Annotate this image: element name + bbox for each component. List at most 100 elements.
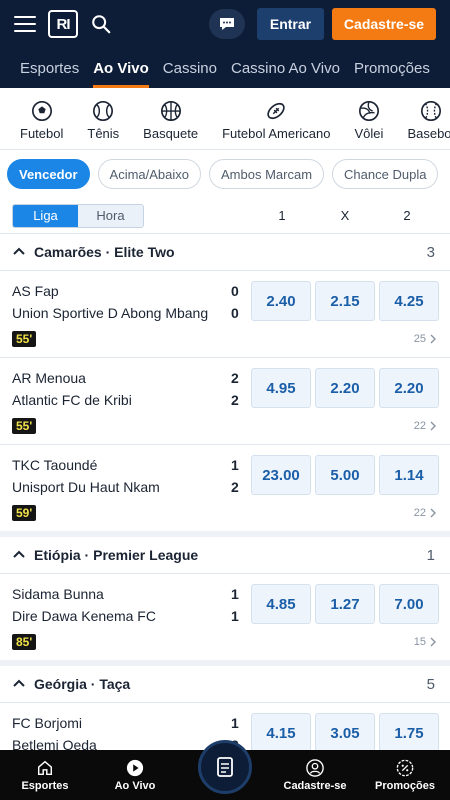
odd-away[interactable]: 4.25 (379, 281, 439, 321)
sport-label: Basquete (143, 126, 199, 141)
sports-carousel: Futebol Tênis Basquete Futebol Americano… (0, 92, 450, 150)
bottom-nav-ao-vivo[interactable]: Ao Vivo (90, 759, 180, 792)
betslip-icon (217, 757, 233, 777)
odd-home[interactable]: 23.00 (251, 455, 311, 495)
filter-ambos-marcam[interactable]: Ambos Marcam (209, 159, 325, 189)
home-score: 1 (231, 715, 239, 731)
tab-cassino-ao-vivo[interactable]: Cassino Ao Vivo (231, 48, 340, 88)
search-icon[interactable] (90, 13, 112, 35)
odd-draw[interactable]: 1.27 (315, 584, 375, 624)
sport-label: Vôlei (354, 126, 384, 141)
brand-logo[interactable]: RI (48, 10, 78, 38)
more-markets[interactable]: 22 (414, 507, 436, 519)
sport-label: Futebol Americano (222, 126, 331, 141)
odd-away[interactable]: 2.20 (379, 368, 439, 408)
match-clock: 55' (12, 418, 37, 434)
sport-tenis[interactable]: Tênis (87, 100, 119, 141)
odd-home[interactable]: 4.85 (251, 584, 311, 624)
home-team: TKC Taoundé (12, 457, 98, 473)
odd-home[interactable]: 4.15 (251, 713, 311, 753)
tab-promocoes[interactable]: Promoções (354, 48, 430, 88)
filter-chance-dupla[interactable]: Chance Dupla (332, 159, 439, 189)
league-header[interactable]: Camarões · Elite Two 3 (0, 234, 450, 270)
match-clock: 85' (12, 634, 37, 650)
home-team: AR Menoua (12, 370, 86, 386)
home-score: 0 (231, 283, 239, 299)
more-markets[interactable]: 25 (414, 333, 436, 345)
away-score: 0 (231, 305, 239, 321)
chat-icon (220, 18, 234, 30)
betslip-button[interactable] (198, 740, 252, 794)
odd-away[interactable]: 1.75 (379, 713, 439, 753)
chevron-right-icon (430, 421, 436, 431)
toggle-hora[interactable]: Hora (78, 204, 143, 227)
bottom-nav-label: Ao Vivo (114, 779, 156, 792)
american-football-icon (267, 102, 285, 120)
odd-home[interactable]: 2.40 (251, 281, 311, 321)
away-score: 2 (231, 392, 239, 408)
bottom-nav-esportes[interactable]: Esportes (0, 759, 90, 792)
odd-draw[interactable]: 2.20 (315, 368, 375, 408)
league-name: Geórgia · Taça (34, 676, 131, 692)
sport-basquete[interactable]: Basquete (143, 100, 198, 141)
home-score: 2 (231, 370, 239, 386)
odd-draw[interactable]: 5.00 (315, 455, 375, 495)
bottom-nav-cadastre[interactable]: Cadastre-se (270, 758, 360, 792)
chevron-up-icon (13, 247, 25, 255)
tab-esportes[interactable]: Esportes (20, 48, 79, 88)
top-bar: RI Entrar Cadastre-se (0, 0, 450, 48)
home-score: 1 (231, 586, 239, 602)
soccer-ball-icon (31, 101, 52, 121)
sport-basebol[interactable]: Basebol (407, 100, 450, 141)
league-name: Camarões · Elite Two (34, 244, 175, 260)
chevron-up-icon (13, 550, 25, 558)
match-row[interactable]: AR Menoua Atlantic FC de Kribi 2 2 4.95 … (0, 357, 450, 444)
chat-button[interactable] (209, 9, 245, 39)
league-header[interactable]: Etiópia · Premier League 1 (0, 531, 450, 573)
sport-futebol-americano[interactable]: Futebol Americano (222, 100, 331, 141)
filter-acima-abaixo[interactable]: Acima/Abaixo (97, 159, 202, 189)
tab-ao-vivo[interactable]: Ao Vivo (93, 48, 149, 88)
match-row[interactable]: Sidama Bunna Dire Dawa Kenema FC 1 1 4.8… (0, 573, 450, 660)
match-row[interactable]: TKC Taoundé Unisport Du Haut Nkam 1 2 23… (0, 444, 450, 531)
away-score: 1 (231, 608, 239, 624)
bottom-nav-label: Cadastre-se (283, 779, 347, 792)
league-count: 5 (426, 675, 435, 693)
odd-home[interactable]: 4.95 (251, 368, 311, 408)
view-toggle: Liga Hora (12, 203, 144, 228)
sport-label: Basebol (407, 126, 450, 141)
match-row[interactable]: AS Fap Union Sportive D Abong Mbang 0 0 … (0, 270, 450, 357)
home-team: AS Fap (12, 283, 59, 299)
home-icon (37, 760, 53, 775)
tab-cassino[interactable]: Cassino (163, 48, 217, 88)
signup-button[interactable]: Cadastre-se (332, 8, 436, 40)
away-team: Dire Dawa Kenema FC (12, 608, 156, 624)
toggle-liga[interactable]: Liga (13, 204, 78, 227)
menu-icon[interactable] (14, 16, 36, 32)
sport-label: Tênis (87, 126, 120, 141)
sport-volei[interactable]: Vôlei (354, 100, 384, 141)
odd-draw[interactable]: 3.05 (315, 713, 375, 753)
odd-draw[interactable]: 2.15 (315, 281, 375, 321)
login-button[interactable]: Entrar (257, 8, 324, 40)
markets-count: 25 (413, 333, 426, 345)
bottom-nav-label: Esportes (21, 779, 69, 792)
more-markets[interactable]: 22 (414, 420, 436, 432)
market-filters: Vencedor Acima/Abaixo Ambos Marcam Chanc… (0, 150, 450, 198)
sport-futebol[interactable]: Futebol (20, 100, 63, 141)
odd-away[interactable]: 7.00 (379, 584, 439, 624)
live-play-icon (126, 759, 144, 776)
home-team: Sidama Bunna (12, 586, 104, 602)
league-header[interactable]: Geórgia · Taça 5 (0, 660, 450, 702)
markets-count: 22 (413, 420, 426, 432)
away-team: Union Sportive D Abong Mbang (12, 305, 209, 321)
basketball-icon (160, 101, 181, 121)
more-markets[interactable]: 15 (414, 636, 436, 648)
odds-column-header: Liga Hora 1 X 2 (0, 198, 450, 234)
odd-away[interactable]: 1.14 (379, 455, 439, 495)
filter-vencedor[interactable]: Vencedor (7, 159, 90, 189)
volleyball-icon (358, 101, 379, 121)
home-team: FC Borjomi (12, 715, 83, 731)
bottom-nav-promocoes[interactable]: Promoções (360, 759, 450, 792)
home-score: 1 (231, 457, 239, 473)
